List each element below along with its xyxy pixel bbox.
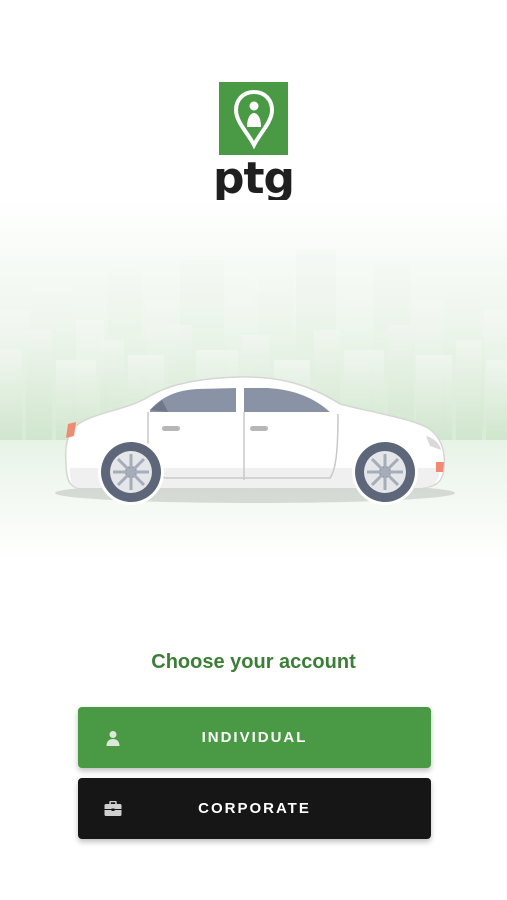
individual-button-label: INDIVIDUAL [201,729,308,746]
briefcase-icon [104,800,122,818]
logo-badge [219,82,288,155]
logo-brand-text: ptg [212,153,295,204]
choose-account-heading: Choose your account [151,651,356,673]
rear-wheel [98,439,164,505]
front-wheel [352,439,418,505]
corporate-button-label: CORPORATE [198,800,311,817]
account-chooser-screen: ptg travel [0,0,507,900]
individual-account-button[interactable]: INDIVIDUAL [78,707,431,768]
corporate-account-button[interactable]: CORPORATE [78,778,431,839]
car-illustration [0,200,507,560]
person-icon [104,729,122,747]
location-person-icon [233,89,274,149]
